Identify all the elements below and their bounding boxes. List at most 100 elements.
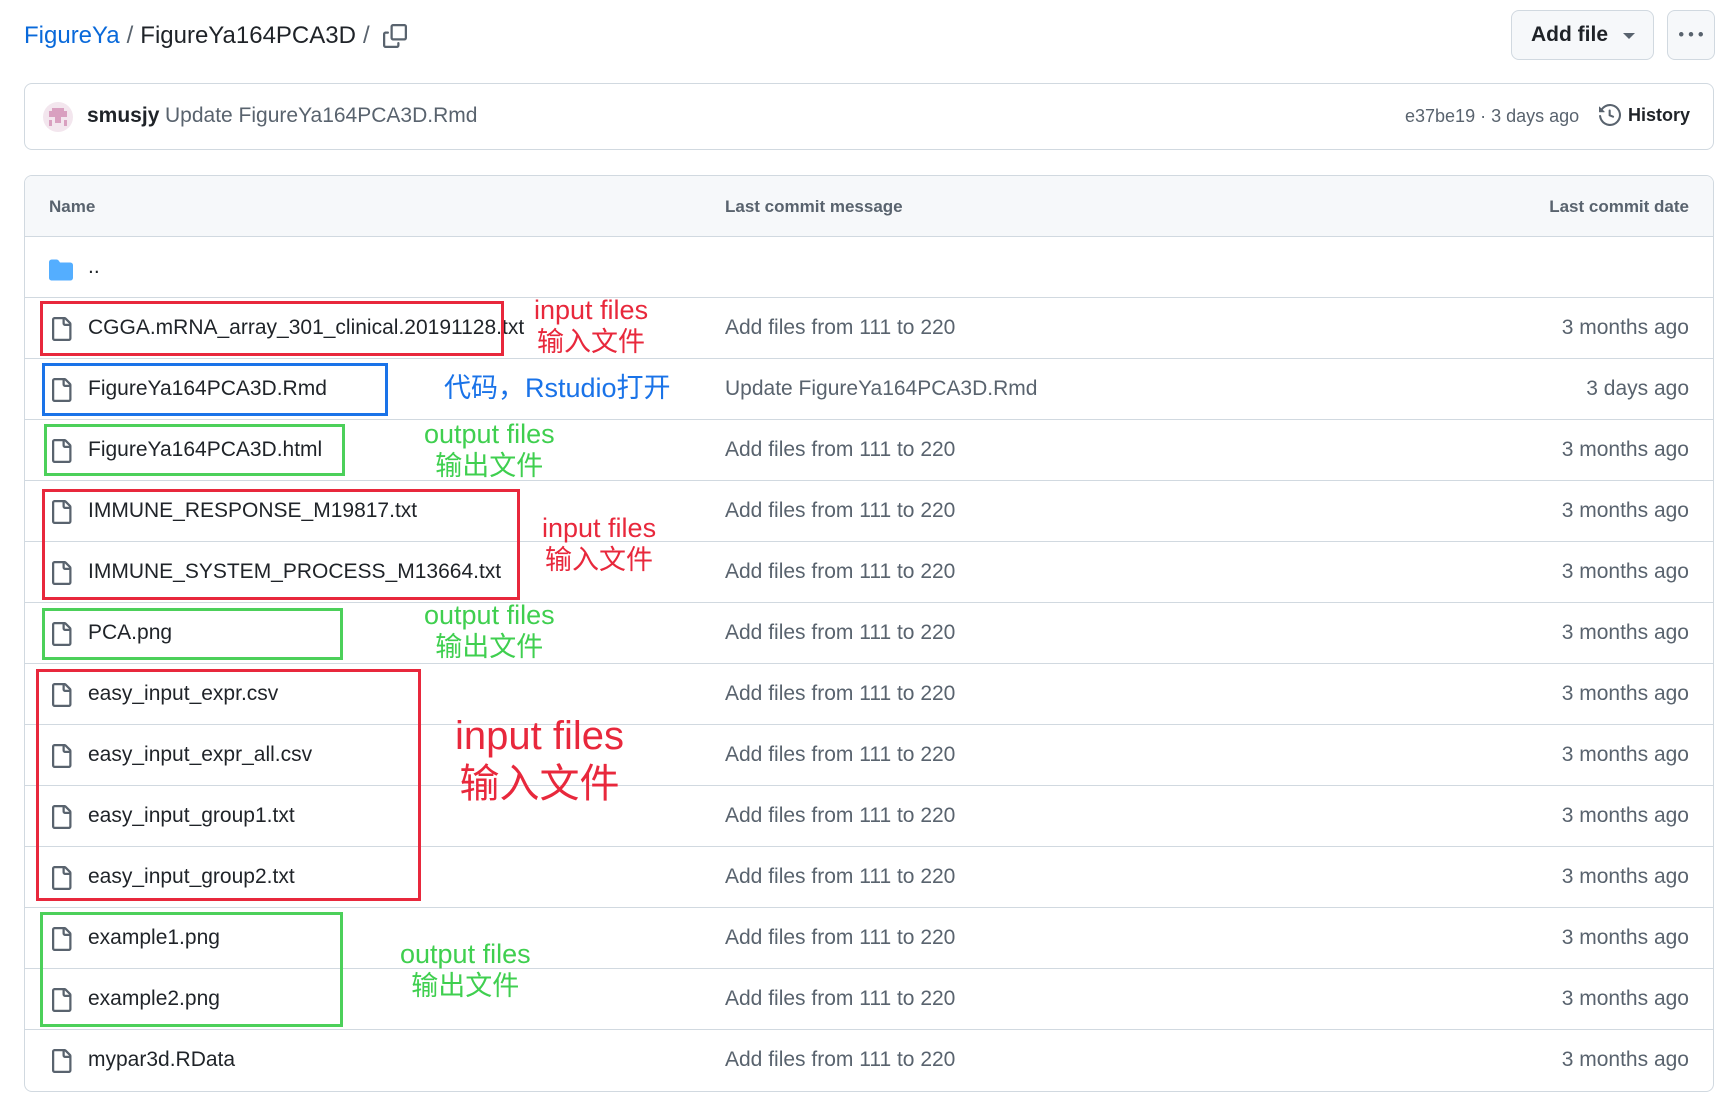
input-files-note-zh: 输入文件 <box>537 327 646 358</box>
column-header-date: Last commit date <box>1549 197 1689 216</box>
table-row[interactable]: easy_input_expr.csv Add files from 111 to… <box>25 664 1713 725</box>
file-name-link[interactable]: FigureYa164PCA3D.Rmd <box>88 377 327 401</box>
caret-down-icon <box>1623 33 1635 39</box>
table-row[interactable]: FigureYa164PCA3D.html Add files from 111 … <box>25 420 1713 481</box>
table-row[interactable]: example2.png Add files from 111 to 220 3 m… <box>25 969 1713 1030</box>
commit-message-link[interactable]: Add files from 111 to 220 <box>725 438 955 462</box>
commit-message-link[interactable]: Add files from 111 to 220 <box>725 804 955 828</box>
input-files-note-en: input files <box>455 714 624 758</box>
file-icon <box>52 1049 72 1073</box>
commit-message-link[interactable]: Add files from 111 to 220 <box>725 621 955 645</box>
output-files-note: output files 输出文件 <box>400 938 531 1003</box>
file-name-link[interactable]: easy_input_expr.csv <box>88 682 278 706</box>
file-name-link[interactable]: mypar3d.RData <box>88 1048 235 1072</box>
commit-date: 3 months ago <box>1561 621 1689 644</box>
commit-date: 3 months ago <box>1561 743 1689 766</box>
commit-message-link[interactable]: Add files from 111 to 220 <box>725 865 955 889</box>
breadcrumb-separator: / <box>126 22 134 49</box>
file-icon <box>52 500 72 524</box>
file-icon <box>52 561 72 585</box>
folder-icon <box>49 259 73 281</box>
copy-path-button[interactable] <box>380 21 410 51</box>
commit-date: 3 months ago <box>1561 499 1689 522</box>
file-icon <box>52 927 72 951</box>
breadcrumb-separator: / <box>362 22 370 49</box>
commit-message-link[interactable]: Add files from 111 to 220 <box>725 499 955 523</box>
input-files-note: input files 输入文件 <box>542 512 656 577</box>
output-files-note-en: output files <box>424 600 555 630</box>
table-row[interactable]: example1.png Add files from 111 to 220 3 m… <box>25 908 1713 969</box>
more-options-button[interactable] <box>1667 10 1715 60</box>
input-files-note-zh: 输入文件 <box>459 762 620 806</box>
table-row[interactable]: PCA.png Add files from 111 to 220 3 months… <box>25 603 1713 664</box>
commit-message-link[interactable]: Add files from 111 to 220 <box>725 743 955 767</box>
repo-header: FigureYa / FigureYa164PCA3D / Add file <box>0 0 1721 75</box>
commit-date: 3 days ago <box>1586 377 1689 400</box>
commit-message[interactable]: Update FigureYa164PCA3D.Rmd <box>165 104 477 128</box>
file-name-link[interactable]: easy_input_group1.txt <box>88 804 295 828</box>
output-files-note-zh: 输出文件 <box>435 632 544 663</box>
table-row[interactable]: mypar3d.RData Add files from 111 to 220 3 … <box>25 1030 1713 1091</box>
file-icon <box>52 439 72 463</box>
file-icon <box>52 622 72 646</box>
file-icon <box>52 744 72 768</box>
copy-icon <box>383 24 407 48</box>
file-icon <box>52 317 72 341</box>
file-icon <box>52 988 72 1012</box>
breadcrumb: FigureYa / FigureYa164PCA3D / <box>24 18 377 54</box>
commit-date: 3 months ago <box>1561 682 1689 705</box>
commit-message-link[interactable]: Add files from 111 to 220 <box>725 316 955 340</box>
column-header-name: Name <box>49 197 96 216</box>
commit-message-link[interactable]: Update FigureYa164PCA3D.Rmd <box>725 377 1037 401</box>
table-row[interactable]: IMMUNE_RESPONSE_M19817.txt Add files from… <box>25 481 1713 542</box>
commit-date: 3 months ago <box>1561 316 1689 339</box>
commit-message-link[interactable]: Add files from 111 to 220 <box>725 560 955 584</box>
file-name-link[interactable]: example1.png <box>88 926 220 950</box>
table-row[interactable]: CGGA.mRNA_array_301_clinical.20191128.tx… <box>25 298 1713 359</box>
commit-date: 3 months ago <box>1561 438 1689 461</box>
commit-date: 3 months ago <box>1561 804 1689 827</box>
output-files-note-en: output files <box>400 939 531 969</box>
input-files-note-en: input files <box>534 295 649 325</box>
breadcrumb-repo: FigureYa164PCA3D <box>140 22 356 49</box>
file-name-link[interactable]: IMMUNE_SYSTEM_PROCESS_M13664.txt <box>88 560 501 584</box>
commit-date: 3 months ago <box>1561 560 1689 583</box>
table-row[interactable]: FigureYa164PCA3D.Rmd Update FigureYa164PC… <box>25 359 1713 420</box>
file-name-link[interactable]: CGGA.mRNA_array_301_clinical.20191128.tx… <box>88 316 524 340</box>
file-name-link[interactable]: example2.png <box>88 987 220 1011</box>
identicon-icon <box>49 108 67 126</box>
file-name-link[interactable]: easy_input_group2.txt <box>88 865 295 889</box>
commit-author[interactable]: smusjy <box>87 104 159 128</box>
file-name-link[interactable]: FigureYa164PCA3D.html <box>88 438 322 462</box>
code-note: 代码，Rstudio打开 <box>444 373 671 403</box>
parent-directory-row[interactable]: .. <box>25 237 1713 298</box>
commit-hash-and-time[interactable]: e37be19 · 3 days ago <box>1405 106 1579 127</box>
add-file-label: Add file <box>1531 23 1608 46</box>
input-files-note: input files 输入文件 <box>534 294 648 359</box>
commit-message-link[interactable]: Add files from 111 to 220 <box>725 1048 955 1072</box>
commit-message-link[interactable]: Add files from 111 to 220 <box>725 682 955 706</box>
kebab-horizontal-icon <box>1679 32 1703 37</box>
table-row[interactable]: easy_input_group2.txt Add files from 111 … <box>25 847 1713 908</box>
file-icon <box>52 378 72 402</box>
avatar[interactable] <box>43 102 73 132</box>
output-files-note: output files 输出文件 <box>424 418 555 483</box>
latest-commit-bar: smusjy Update FigureYa164PCA3D.Rmd e37be… <box>24 83 1714 150</box>
input-files-note: input files 输入文件 <box>455 712 624 808</box>
parent-directory-link[interactable]: .. <box>88 255 100 279</box>
table-row[interactable]: IMMUNE_SYSTEM_PROCESS_M13664.txt Add file… <box>25 542 1713 603</box>
table-row[interactable]: easy_input_expr_all.csv Add files from 11… <box>25 725 1713 786</box>
output-files-note-en: output files <box>424 419 555 449</box>
commit-message-link[interactable]: Add files from 111 to 220 <box>725 926 955 950</box>
history-button[interactable]: History <box>1599 99 1690 131</box>
breadcrumb-owner-link[interactable]: FigureYa <box>24 22 120 49</box>
file-name-link[interactable]: IMMUNE_RESPONSE_M19817.txt <box>88 499 417 523</box>
commit-message-link[interactable]: Add files from 111 to 220 <box>725 987 955 1011</box>
file-name-link[interactable]: easy_input_expr_all.csv <box>88 743 312 767</box>
commit-date: 3 months ago <box>1561 865 1689 888</box>
input-files-note-zh: 输入文件 <box>545 545 654 576</box>
file-icon <box>52 805 72 829</box>
file-name-link[interactable]: PCA.png <box>88 621 172 645</box>
table-row[interactable]: easy_input_group1.txt Add files from 111 … <box>25 786 1713 847</box>
add-file-button[interactable]: Add file <box>1511 10 1654 60</box>
